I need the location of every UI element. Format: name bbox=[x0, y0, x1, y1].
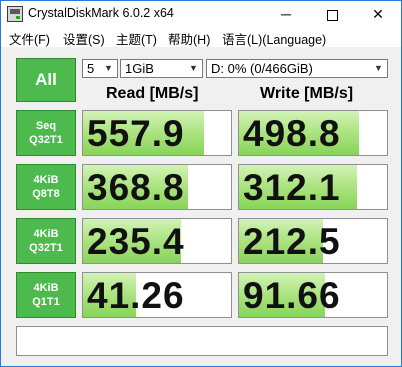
chevron-down-icon: ▼ bbox=[374, 63, 383, 73]
chevron-down-icon: ▼ bbox=[189, 63, 198, 73]
menu-language[interactable]: 语言(L)(Language) bbox=[222, 29, 326, 48]
write-result-meter: 312.1 bbox=[238, 164, 388, 210]
write-result-meter: 212.5 bbox=[238, 218, 388, 264]
write-value: 212.5 bbox=[243, 221, 341, 262]
minimize-icon: ─ bbox=[281, 6, 291, 22]
test-label-line1: 4KiB bbox=[33, 282, 59, 294]
drive-select[interactable]: D: 0% (0/466GiB) ▼ bbox=[206, 59, 388, 78]
run-all-button[interactable]: All bbox=[16, 58, 76, 102]
test-button-4kib-q32t1[interactable]: 4KiB Q32T1 bbox=[16, 218, 76, 264]
write-value: 91.66 bbox=[243, 275, 341, 316]
disk-app-icon bbox=[7, 6, 23, 22]
test-count-select[interactable]: 5 ▼ bbox=[82, 59, 118, 78]
menu-file[interactable]: 文件(F) bbox=[9, 29, 50, 48]
read-column-header: Read [MB/s] bbox=[106, 85, 199, 102]
maximize-icon bbox=[326, 9, 338, 21]
read-result-meter: 368.8 bbox=[82, 164, 232, 210]
test-label-line2: Q32T1 bbox=[29, 134, 63, 146]
write-value: 498.8 bbox=[243, 113, 341, 154]
main-panel: All 5 ▼ 1GiB ▼ D: 0% (0/466GiB) ▼ Read [… bbox=[1, 47, 401, 366]
test-button-seq-q32t1[interactable]: Seq Q32T1 bbox=[16, 110, 76, 156]
read-result-meter: 557.9 bbox=[82, 110, 232, 156]
read-value: 41.26 bbox=[87, 275, 185, 316]
read-value: 368.8 bbox=[87, 167, 185, 208]
test-label-line1: 4KiB bbox=[33, 228, 59, 240]
menu-settings[interactable]: 设置(S) bbox=[63, 29, 105, 48]
write-result-meter: 91.66 bbox=[238, 272, 388, 318]
read-result-meter: 235.4 bbox=[82, 218, 232, 264]
write-result-meter: 498.8 bbox=[238, 110, 388, 156]
test-size-value: 1GiB bbox=[125, 61, 154, 76]
chevron-down-icon: ▼ bbox=[104, 63, 113, 73]
test-label-line2: Q8T8 bbox=[32, 188, 60, 200]
app-window: CrystalDiskMark 6.0.2 x64 ─ ✕ 文件(F) 设置(S… bbox=[0, 0, 402, 367]
test-label-line2: Q1T1 bbox=[32, 296, 60, 308]
write-column-header: Write [MB/s] bbox=[260, 85, 354, 102]
test-button-4kib-q1t1[interactable]: 4KiB Q1T1 bbox=[16, 272, 76, 318]
comment-field[interactable] bbox=[16, 326, 388, 356]
menu-theme[interactable]: 主题(T) bbox=[116, 29, 157, 48]
test-label-line1: 4KiB bbox=[33, 174, 59, 186]
menu-bar: 文件(F) 设置(S) 主题(T) 帮助(H) 语言(L)(Language) bbox=[1, 27, 401, 47]
menu-help[interactable]: 帮助(H) bbox=[168, 29, 210, 48]
test-button-4kib-q8t8[interactable]: 4KiB Q8T8 bbox=[16, 164, 76, 210]
test-label-line1: Seq bbox=[35, 120, 57, 132]
read-value: 235.4 bbox=[87, 221, 185, 262]
test-size-select[interactable]: 1GiB ▼ bbox=[120, 59, 203, 78]
close-button[interactable]: ✕ bbox=[355, 1, 401, 27]
test-label-line2: Q32T1 bbox=[29, 242, 63, 254]
title-bar[interactable]: CrystalDiskMark 6.0.2 x64 ─ ✕ bbox=[1, 1, 401, 27]
read-value: 557.9 bbox=[87, 113, 185, 154]
drive-value: D: 0% (0/466GiB) bbox=[211, 61, 313, 76]
minimize-button[interactable]: ─ bbox=[263, 1, 309, 27]
window-title: CrystalDiskMark 6.0.2 x64 bbox=[28, 6, 174, 20]
read-result-meter: 41.26 bbox=[82, 272, 232, 318]
write-value: 312.1 bbox=[243, 167, 341, 208]
close-icon: ✕ bbox=[372, 6, 384, 22]
test-count-value: 5 bbox=[87, 61, 95, 76]
maximize-button[interactable] bbox=[309, 1, 355, 27]
